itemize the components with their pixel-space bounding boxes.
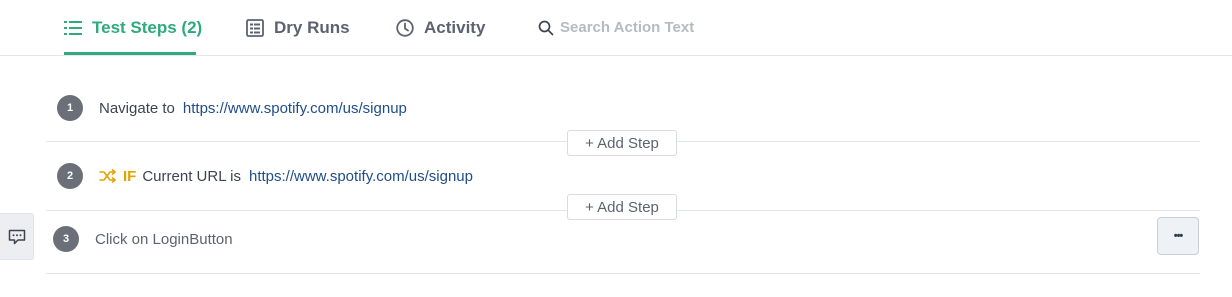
step-action-text: Navigate to [99, 99, 175, 117]
tab-dry-runs[interactable]: Dry Runs [246, 0, 350, 55]
step-number-badge: 1 [57, 95, 83, 121]
step-action-text: Current URL is [142, 167, 241, 185]
step-divider [46, 273, 1200, 274]
step-row-1[interactable]: 1 Navigate to https://www.spotify.com/us… [57, 95, 407, 121]
step-row-2[interactable]: 2 IF Current URL is https://www.spotify.… [57, 163, 473, 189]
step-action-text: Click on LoginButton [95, 230, 233, 248]
tab-label: Activity [424, 17, 486, 37]
tab-test-steps[interactable]: Test Steps (2) [64, 0, 202, 55]
tab-activity[interactable]: Activity [396, 0, 485, 55]
step-number-badge: 2 [57, 163, 83, 189]
add-step-button[interactable]: + Add Step [567, 194, 677, 220]
tab-bar: Test Steps (2) Dry Runs Activity [0, 0, 1232, 56]
add-step-button[interactable]: + Add Step [567, 130, 677, 156]
shuffle-icon [99, 169, 116, 183]
step-url-link[interactable]: https://www.spotify.com/us/signup [249, 168, 473, 185]
tab-label: Test Steps (2) [92, 17, 203, 37]
active-tab-indicator [64, 52, 196, 55]
dry-runs-icon [246, 18, 264, 37]
search-icon [538, 20, 554, 35]
search-input[interactable] [560, 19, 760, 36]
tab-label: Dry Runs [274, 17, 350, 37]
clock-icon [396, 18, 414, 37]
step-url-link[interactable]: https://www.spotify.com/us/signup [183, 100, 407, 117]
comment-icon [8, 229, 25, 244]
step-number-badge: 3 [53, 226, 79, 252]
list-icon [64, 20, 82, 35]
step-row-3[interactable]: 3 Click on LoginButton [53, 226, 233, 252]
more-options-icon: ••• [1173, 230, 1184, 242]
comment-panel-toggle[interactable] [0, 213, 34, 260]
search-box[interactable] [538, 0, 760, 55]
more-options-button[interactable]: ••• [1157, 217, 1199, 255]
if-condition-label: IF [123, 167, 137, 185]
